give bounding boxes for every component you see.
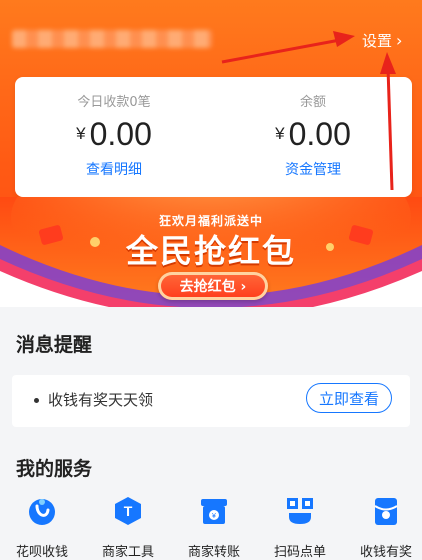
today-amount-value: 0.00 xyxy=(89,116,152,152)
service-huabei[interactable]: 花呗收钱 xyxy=(0,495,84,560)
grab-red-packet-button[interactable]: 去抢红包 › xyxy=(158,272,268,300)
currency-symbol: ¥ xyxy=(76,124,86,143)
view-details-link[interactable]: 查看明细 xyxy=(15,159,213,179)
bullet-icon xyxy=(34,398,39,403)
message-text: 收钱有奖天天领 xyxy=(48,391,154,409)
merchant-tools-icon: T xyxy=(115,497,141,525)
service-reward[interactable]: 收钱有奖 xyxy=(344,495,422,560)
service-label: 扫码点单 xyxy=(273,545,326,560)
reward-icon xyxy=(374,498,398,525)
chevron-right-icon: › xyxy=(396,31,403,50)
service-store-transfer[interactable]: ¥ 商家转账 xyxy=(172,495,256,560)
balance-card: 今日收款0笔 ¥0.00 查看明细 余额 ¥0.00 资金管理 xyxy=(15,77,412,197)
currency-symbol: ¥ xyxy=(275,124,285,143)
balance-label: 余额 xyxy=(299,95,326,110)
settings-button[interactable]: 设置 › xyxy=(362,30,402,51)
service-label: 收钱有奖 xyxy=(359,545,412,560)
service-label: 商家转账 xyxy=(187,545,240,560)
services-heading: 我的服务 xyxy=(16,458,93,480)
view-now-button[interactable]: 立即查看 xyxy=(306,383,392,413)
balance-panel: 余额 ¥0.00 资金管理 xyxy=(214,77,412,197)
balance-amount-value: 0.00 xyxy=(288,116,351,152)
balance-amount: ¥0.00 xyxy=(214,116,412,153)
messages-heading: 消息提醒 xyxy=(16,334,93,356)
settings-label: 设置 xyxy=(362,32,393,50)
fund-management-link[interactable]: 资金管理 xyxy=(214,159,412,179)
today-income-label: 今日收款0笔 xyxy=(77,95,151,110)
svg-text:T: T xyxy=(124,503,133,519)
service-label: 商家工具 xyxy=(101,545,154,560)
today-income-panel: 今日收款0笔 ¥0.00 查看明细 xyxy=(15,77,213,197)
qr-order-icon xyxy=(287,498,313,524)
service-label: 花呗收钱 xyxy=(15,545,68,560)
huabei-icon xyxy=(29,499,55,525)
message-item[interactable]: 收钱有奖天天领 立即查看 xyxy=(12,375,410,427)
service-qr-order[interactable]: 扫码点单 xyxy=(258,495,342,560)
service-merchant-tools[interactable]: T 商家工具 xyxy=(86,495,170,560)
banner-title: 全民抢红包 xyxy=(125,232,296,270)
today-income-amount: ¥0.00 xyxy=(15,116,213,153)
svg-text:¥: ¥ xyxy=(212,513,216,520)
blurred-username xyxy=(12,30,212,48)
store-transfer-icon: ¥ xyxy=(201,499,227,524)
